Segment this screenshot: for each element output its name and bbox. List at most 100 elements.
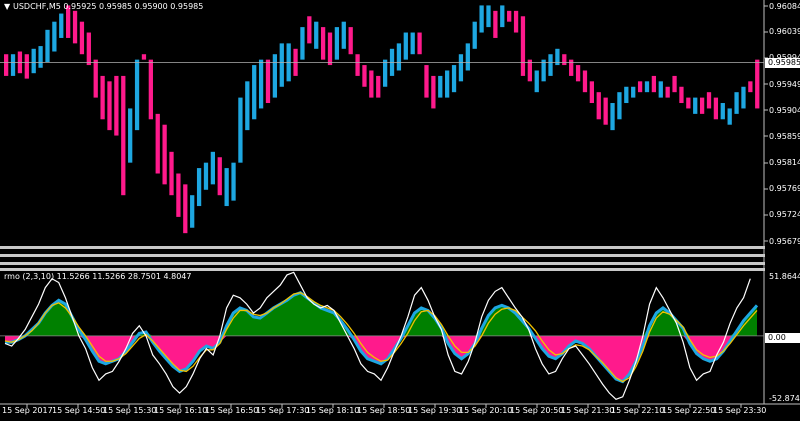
price-bar xyxy=(100,75,105,120)
time-label: 15 Sep 20:10 xyxy=(459,406,513,415)
time-label: 15 Sep 16:10 xyxy=(154,406,208,415)
price-bar xyxy=(314,21,319,49)
price-bar xyxy=(693,97,698,114)
indicator-min-label: -52.8743 xyxy=(769,394,800,403)
price-bar xyxy=(507,10,512,22)
price-bar xyxy=(699,97,705,114)
chart-window[interactable]: ▼ USDCHF,M5 0.95925 0.95985 0.95900 0.959… xyxy=(0,0,800,421)
price-bar xyxy=(231,162,236,201)
price-bar xyxy=(334,27,340,60)
price-bar xyxy=(755,59,760,109)
price-bar xyxy=(727,108,732,125)
price-bar xyxy=(134,59,140,131)
price-bar xyxy=(38,46,43,68)
price-bar xyxy=(644,81,650,93)
price-bar xyxy=(155,113,160,174)
pane-separator xyxy=(0,262,765,265)
time-label: 15 Sep 19:30 xyxy=(408,406,462,415)
price-bar xyxy=(258,59,264,109)
price-bar xyxy=(121,75,126,196)
price-bar xyxy=(327,32,333,66)
price-bar xyxy=(562,54,567,66)
price-bar xyxy=(575,65,581,82)
price-bar xyxy=(169,151,174,196)
price-bar xyxy=(362,65,367,87)
time-label: 15 Sep 2017 xyxy=(2,406,53,415)
price-bar xyxy=(458,54,464,82)
price-bar xyxy=(582,70,588,93)
price-bar xyxy=(72,10,78,44)
price-bar xyxy=(320,27,326,60)
price-bar xyxy=(93,59,98,98)
price-bar xyxy=(610,103,615,131)
pane-separator xyxy=(0,268,765,271)
indicator-header: rmo (2,3,10) 11.5266 11.5266 28.7501 4.8… xyxy=(4,272,192,281)
price-bar xyxy=(279,43,284,87)
price-bar xyxy=(383,59,388,87)
price-bar xyxy=(438,75,443,98)
symbol-header-text: USDCHF,M5 0.95925 0.95985 0.95900 0.9598… xyxy=(13,2,204,11)
price-bar xyxy=(10,54,16,76)
price-bar xyxy=(128,108,133,163)
price-bar xyxy=(210,151,215,185)
price-bar xyxy=(24,54,29,79)
price-label: 0.95724 xyxy=(769,210,800,219)
price-bar xyxy=(114,75,119,136)
price-bar xyxy=(596,92,601,120)
time-label: 15 Sep 22:10 xyxy=(611,406,665,415)
price-bar xyxy=(417,32,422,55)
price-bar xyxy=(196,168,202,207)
price-bar xyxy=(369,70,374,98)
price-bar xyxy=(52,21,57,52)
indicator-max-label: 51.8644 xyxy=(769,272,800,281)
price-bar xyxy=(238,97,243,163)
price-bar xyxy=(686,97,691,109)
time-label: 15 Sep 20:50 xyxy=(510,406,564,415)
price-bar xyxy=(45,29,50,63)
price-chart[interactable] xyxy=(0,0,800,421)
pane-separator xyxy=(0,246,765,249)
current-price-label: 0.95985 xyxy=(765,58,800,68)
price-bar xyxy=(500,5,505,28)
price-bar xyxy=(203,162,209,190)
price-bar xyxy=(713,97,719,120)
price-bar xyxy=(541,59,546,82)
price-bar xyxy=(527,59,532,82)
price-bar xyxy=(272,54,278,98)
price-label: 0.95769 xyxy=(769,184,800,193)
price-label: 0.95904 xyxy=(769,106,800,115)
indicator-zero-label: 0.00 xyxy=(765,333,800,343)
price-label: 0.96084 xyxy=(769,2,800,11)
price-bar xyxy=(190,195,195,228)
price-bar xyxy=(348,27,353,55)
price-bar xyxy=(79,21,85,55)
price-bar xyxy=(741,86,746,109)
price-bar xyxy=(617,92,622,120)
price-bar xyxy=(479,5,484,33)
time-label: 15 Sep 18:10 xyxy=(306,406,360,415)
price-bar xyxy=(603,97,608,125)
chevron-down-icon[interactable]: ▼ xyxy=(4,2,13,11)
price-bar xyxy=(252,65,257,120)
price-bar xyxy=(410,32,415,55)
price-bar xyxy=(486,5,491,28)
price-bar xyxy=(148,59,153,120)
price-bar xyxy=(107,81,112,131)
price-bar xyxy=(631,86,636,98)
price-label: 0.95814 xyxy=(769,158,800,167)
price-bar xyxy=(141,54,147,60)
price-bar xyxy=(224,168,229,207)
price-bar xyxy=(637,81,643,93)
price-label: 0.96039 xyxy=(769,27,800,36)
price-bar xyxy=(748,81,753,93)
price-bar xyxy=(183,184,188,234)
price-bar xyxy=(431,75,436,109)
price-label: 0.95859 xyxy=(769,132,800,141)
price-bar xyxy=(706,92,712,109)
price-label: 0.95679 xyxy=(769,237,800,246)
price-bar xyxy=(679,86,684,104)
price-bar xyxy=(445,70,450,98)
symbol-header: ▼ USDCHF,M5 0.95925 0.95985 0.95900 0.959… xyxy=(4,2,203,11)
price-bar xyxy=(341,21,346,49)
price-bar xyxy=(162,124,167,185)
